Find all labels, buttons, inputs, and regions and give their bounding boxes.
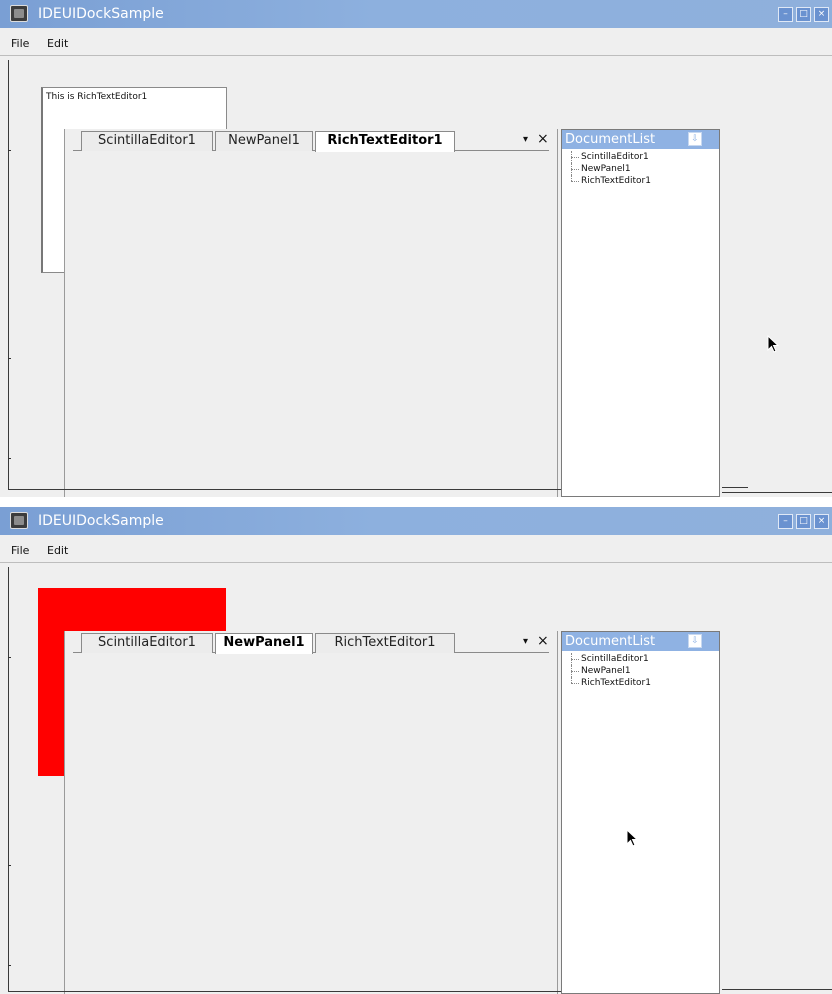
- tab-newpanel1[interactable]: NewPanel1: [215, 131, 313, 151]
- title-bar[interactable]: IDEUIDockSample – □ ×: [0, 507, 832, 535]
- document-tree: ScintillaEditor1 NewPanel1 RichTextEdito…: [568, 151, 651, 187]
- menu-bar: File Edit: [0, 28, 832, 56]
- mouse-cursor-icon: [767, 335, 780, 353]
- mouse-cursor-icon: [626, 829, 639, 847]
- tab-richtexteditor1[interactable]: RichTextEditor1: [315, 131, 455, 152]
- menu-file[interactable]: File: [11, 544, 29, 557]
- maximize-icon[interactable]: □: [796, 514, 811, 529]
- app-window-top: IDEUIDockSample – □ × File Edit This is …: [0, 0, 832, 497]
- tab-strip: ScintillaEditor1 NewPanel1 RichTextEdito…: [65, 129, 557, 152]
- app-icon[interactable]: [10, 512, 28, 529]
- document-dock-area: ScintillaEditor1 NewPanel1 RichTextEdito…: [64, 631, 558, 994]
- rich-text-content: This is RichTextEditor1: [46, 92, 148, 102]
- edge-marker: [8, 657, 11, 658]
- status-divider: [8, 489, 561, 490]
- tab-scintillaeditor1[interactable]: ScintillaEditor1: [81, 131, 213, 151]
- menu-file[interactable]: File: [11, 37, 29, 50]
- menu-edit[interactable]: Edit: [47, 544, 68, 557]
- app-window-bottom: IDEUIDockSample – □ × File Edit Scintill…: [0, 507, 832, 994]
- menu-edit[interactable]: Edit: [47, 37, 68, 50]
- document-list-panel: DocumentList ⇩ ScintillaEditor1 NewPanel…: [561, 631, 720, 994]
- document-list-title: DocumentList: [565, 132, 656, 147]
- status-divider: [722, 492, 832, 493]
- tree-item-richtexteditor1[interactable]: RichTextEditor1: [568, 175, 651, 187]
- tree-item-scintillaeditor1[interactable]: ScintillaEditor1: [568, 653, 651, 665]
- status-divider: [722, 989, 832, 990]
- edge-marker: [8, 865, 11, 866]
- menu-bar: File Edit: [0, 535, 832, 563]
- window-title: IDEUIDockSample: [38, 513, 164, 529]
- tab-richtexteditor1[interactable]: RichTextEditor1: [315, 633, 455, 653]
- pin-icon[interactable]: ⇩: [688, 634, 702, 648]
- maximize-icon[interactable]: □: [796, 7, 811, 22]
- tab-newpanel1[interactable]: NewPanel1: [215, 633, 313, 654]
- status-divider: [8, 991, 561, 992]
- document-list-panel: DocumentList ⇩ ScintillaEditor1 NewPanel…: [561, 129, 720, 497]
- chevron-down-icon[interactable]: ▾: [523, 133, 528, 147]
- document-list-title: DocumentList: [565, 634, 656, 649]
- client-border: [8, 567, 9, 992]
- pin-icon[interactable]: ⇩: [688, 132, 702, 146]
- tree-item-newpanel1[interactable]: NewPanel1: [568, 665, 651, 677]
- close-icon[interactable]: ×: [814, 514, 829, 529]
- minimize-icon[interactable]: –: [778, 514, 793, 529]
- app-icon[interactable]: [10, 5, 28, 22]
- chevron-down-icon[interactable]: ▾: [523, 635, 528, 649]
- client-border: [8, 60, 9, 490]
- edge-marker: [8, 150, 11, 151]
- edge-marker: [8, 965, 11, 966]
- tab-scintillaeditor1[interactable]: ScintillaEditor1: [81, 633, 213, 653]
- tree-item-newpanel1[interactable]: NewPanel1: [568, 163, 651, 175]
- edge-marker: [8, 458, 11, 459]
- minimize-icon[interactable]: –: [778, 7, 793, 22]
- document-tree: ScintillaEditor1 NewPanel1 RichTextEdito…: [568, 653, 651, 689]
- tab-strip: ScintillaEditor1 NewPanel1 RichTextEdito…: [65, 631, 557, 654]
- status-divider: [722, 487, 748, 488]
- document-dock-area: ScintillaEditor1 NewPanel1 RichTextEdito…: [64, 129, 558, 497]
- tree-item-scintillaeditor1[interactable]: ScintillaEditor1: [568, 151, 651, 163]
- close-tab-icon[interactable]: ×: [537, 634, 549, 648]
- tree-item-richtexteditor1[interactable]: RichTextEditor1: [568, 677, 651, 689]
- close-tab-icon[interactable]: ×: [537, 132, 549, 146]
- close-icon[interactable]: ×: [814, 7, 829, 22]
- window-title: IDEUIDockSample: [38, 6, 164, 22]
- document-list-header[interactable]: DocumentList ⇩: [562, 632, 719, 651]
- edge-marker: [8, 358, 11, 359]
- title-bar[interactable]: IDEUIDockSample – □ ×: [0, 0, 832, 28]
- document-list-header[interactable]: DocumentList ⇩: [562, 130, 719, 149]
